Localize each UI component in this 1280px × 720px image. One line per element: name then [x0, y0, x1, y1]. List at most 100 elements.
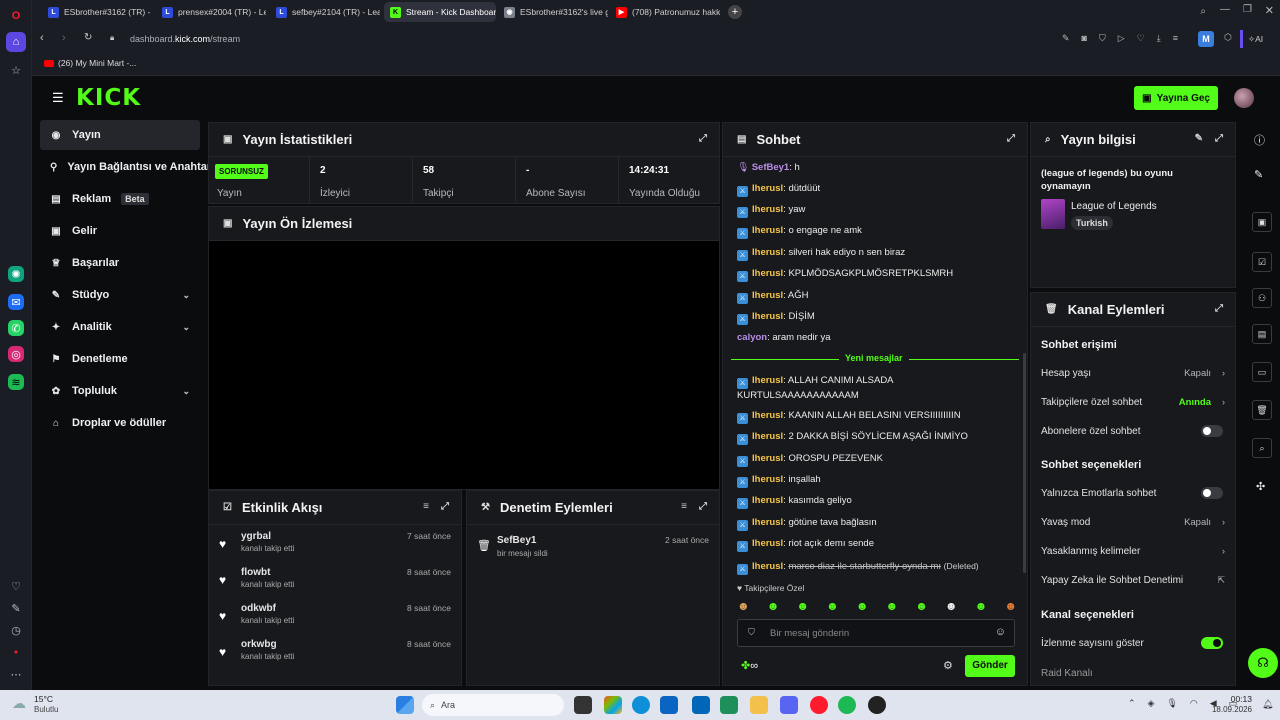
- chat-username[interactable]: SefBey1: [752, 162, 790, 173]
- game-client-icon[interactable]: [868, 696, 886, 714]
- support-headset-icon[interactable]: ☊: [1248, 648, 1278, 678]
- close-window-icon[interactable]: ✕: [1265, 4, 1274, 17]
- info-icon[interactable]: ⓘ: [1254, 132, 1265, 148]
- download-icon[interactable]: ⤓: [1157, 33, 1161, 44]
- weather-icon[interactable]: ☁: [12, 695, 26, 712]
- edit-icon[interactable]: ✎: [1254, 168, 1263, 181]
- chat-username[interactable]: Iherusl: [752, 453, 783, 464]
- emote-icon[interactable]: ☻: [796, 599, 809, 613]
- filter-icon[interactable]: ≡: [681, 501, 687, 512]
- store-icon[interactable]: [692, 696, 710, 714]
- settings-gear-icon[interactable]: ⚙: [943, 659, 953, 672]
- tab-6[interactable]: ▶ (708) Patronumuz hakkınd: [610, 2, 720, 22]
- outlook-icon[interactable]: [660, 696, 678, 714]
- chat-username[interactable]: Iherusl: [752, 410, 783, 421]
- nav-item-basarilar[interactable]: ♕ Başarılar: [40, 248, 200, 278]
- chat-username[interactable]: Iherusl: [752, 225, 783, 236]
- chat-username[interactable]: Iherusl: [752, 495, 783, 506]
- nav-item-yayin[interactable]: ◉ Yayın: [40, 120, 200, 150]
- home-icon[interactable]: ⌂: [6, 32, 26, 52]
- setting-banned-words[interactable]: Yasaklanmış kelimeler ›: [1041, 537, 1225, 565]
- bookmark-item[interactable]: (26) My Mini Mart -...: [44, 58, 136, 68]
- chat-username[interactable]: Iherusl: [752, 268, 783, 279]
- spotify-icon[interactable]: ≋: [8, 374, 24, 390]
- widget-preview-icon[interactable]: ▭: [1252, 362, 1272, 382]
- hamburger-menu-icon[interactable]: ☰: [52, 90, 64, 106]
- widget-activity-icon[interactable]: ☑: [1252, 252, 1272, 272]
- kicks-icon[interactable]: ✤∞: [741, 659, 758, 672]
- chatgpt-icon[interactable]: ✺: [8, 266, 24, 282]
- opera-small-icon[interactable]: ●: [6, 642, 26, 662]
- menu-icon[interactable]: ≡: [1173, 33, 1178, 44]
- nav-item-drops[interactable]: ⌂ Droplar ve ödüller: [40, 408, 200, 438]
- toggle-show-views[interactable]: [1201, 637, 1223, 649]
- nav-item-studyo[interactable]: ✎ Stüdyo ⌄: [40, 280, 200, 310]
- chat-username[interactable]: Iherusl: [752, 538, 783, 549]
- emote-icon[interactable]: ☻: [737, 599, 750, 613]
- chat-username[interactable]: Iherusl: [752, 517, 783, 528]
- chat-username[interactable]: calyon: [737, 332, 767, 343]
- go-live-button[interactable]: ▣ Yayına Geç: [1134, 86, 1218, 110]
- expand-icon[interactable]: ⤢: [699, 133, 707, 144]
- setting-ai-moderation[interactable]: Yapay Zeka ile Sohbet Denetimi ⇱: [1041, 566, 1225, 594]
- copilot-icon[interactable]: [604, 696, 622, 714]
- chat-username[interactable]: Iherusl: [752, 431, 783, 442]
- expand-icon[interactable]: ⤢: [699, 501, 707, 512]
- category-name[interactable]: League of Legends: [1071, 201, 1157, 212]
- chat-scrollbar[interactable]: [1023, 353, 1026, 573]
- edge-icon[interactable]: [632, 696, 650, 714]
- tab-search-icon[interactable]: ⌕: [1200, 6, 1206, 17]
- task-view-icon[interactable]: [574, 696, 592, 714]
- whatsapp-icon[interactable]: ✆: [8, 320, 24, 336]
- chat-username[interactable]: Iherusl: [752, 474, 783, 485]
- avatar[interactable]: [1234, 88, 1254, 108]
- emote-icon[interactable]: ☻: [767, 599, 780, 613]
- tab-1[interactable]: L ESbrother#3162 (TR) - Lea: [42, 2, 152, 22]
- emote-icon[interactable]: ☻: [856, 599, 869, 613]
- messenger-icon[interactable]: ✉: [8, 294, 24, 310]
- forward-icon[interactable]: ›: [62, 32, 66, 44]
- toggle-subs-chat[interactable]: [1201, 425, 1223, 437]
- chat-username[interactable]: Iherusl: [752, 204, 783, 215]
- file-explorer-icon[interactable]: [750, 696, 768, 714]
- history-icon[interactable]: ◷: [6, 620, 26, 640]
- nav-item-reklam[interactable]: ▤ Reklam Beta: [40, 184, 200, 214]
- reload-icon[interactable]: ↻: [84, 32, 92, 43]
- shield-icon[interactable]: ⛉: [1099, 33, 1106, 44]
- setting-raid[interactable]: Raid Kanalı: [1041, 659, 1225, 687]
- widget-chat-icon[interactable]: ▤: [1252, 324, 1272, 344]
- widget-info-icon[interactable]: ⌕: [1252, 438, 1272, 458]
- taskbar-search[interactable]: ⌕ Ara: [422, 694, 564, 716]
- kick-logo[interactable]: KICK: [76, 85, 141, 111]
- wifi-icon[interactable]: ◠: [1190, 698, 1198, 709]
- windows-start-icon[interactable]: [396, 696, 414, 714]
- widget-users-icon[interactable]: ⚇: [1252, 288, 1272, 308]
- widget-stats-icon[interactable]: ▣: [1252, 212, 1272, 232]
- camera-icon[interactable]: ◙: [1082, 33, 1087, 44]
- emote-icon[interactable]: ☻: [1004, 599, 1017, 613]
- chevron-up-icon[interactable]: ⌃: [1128, 698, 1136, 709]
- speed-dial-icon[interactable]: ☆: [6, 60, 26, 80]
- nav-item-stream-key[interactable]: ⚲ Yayın Bağlantısı ve Anahtar: [40, 152, 208, 182]
- chat-username[interactable]: Iherusl: [752, 375, 783, 386]
- expand-icon[interactable]: ⤢: [1007, 133, 1015, 144]
- expand-icon[interactable]: ⤢: [1215, 133, 1223, 144]
- play-icon[interactable]: ▷: [1118, 33, 1125, 44]
- tab-4-active[interactable]: K Stream - Kick Dashboard: [384, 2, 496, 22]
- tab-3[interactable]: Lsefbey#2104 (TR) - League: [270, 2, 380, 22]
- heart-icon[interactable]: ♡: [6, 576, 26, 596]
- emote-icon[interactable]: ☻: [945, 599, 958, 613]
- tab-2[interactable]: Lprensex#2004 (TR) - Leag: [156, 2, 266, 22]
- send-button[interactable]: Gönder: [965, 655, 1015, 677]
- ai-button[interactable]: ✧AI: [1248, 34, 1263, 45]
- chat-username[interactable]: Iherusl: [752, 311, 783, 322]
- filter-icon[interactable]: ≡: [423, 501, 429, 512]
- chat-username[interactable]: Iherusl: [752, 183, 783, 194]
- favorite-icon[interactable]: ♡: [1137, 33, 1145, 44]
- back-icon[interactable]: ‹: [40, 32, 44, 44]
- setting-slow-mode[interactable]: Yavaş mod Kapalı ›: [1041, 508, 1225, 536]
- opera-logo-icon[interactable]: O: [6, 6, 26, 26]
- expand-icon[interactable]: ⤢: [441, 501, 449, 512]
- chat-username[interactable]: Iherusl: [752, 247, 783, 258]
- edit-icon[interactable]: ✎: [6, 598, 26, 618]
